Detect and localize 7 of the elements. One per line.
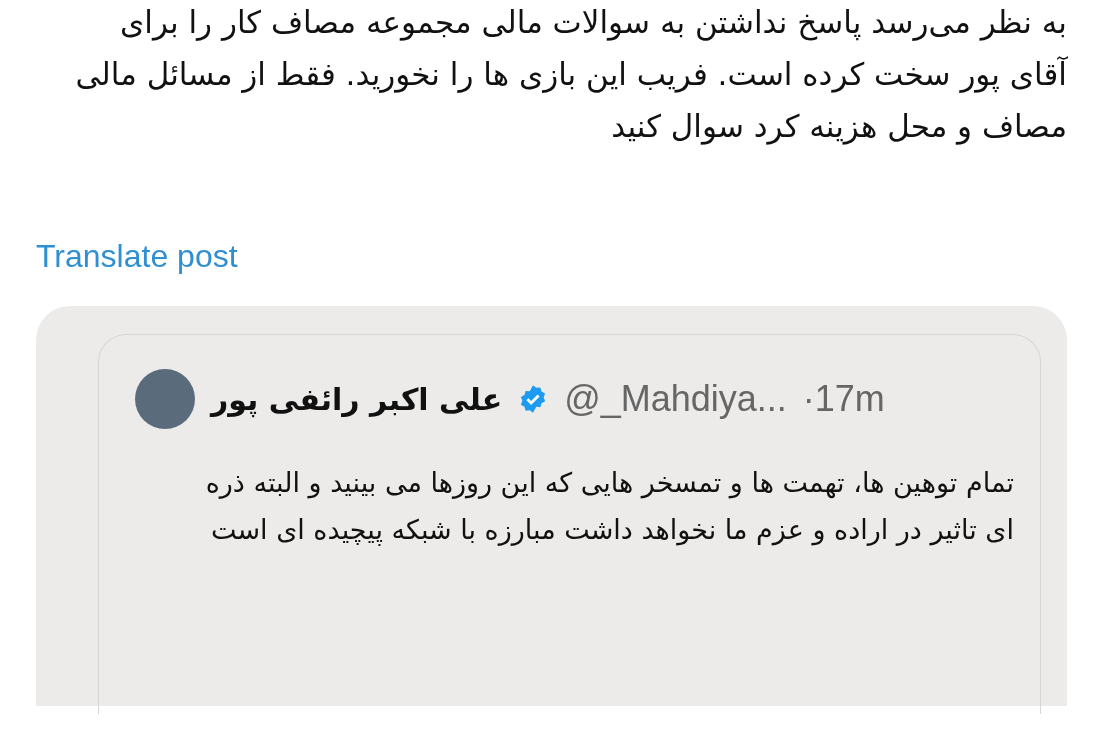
author-name: علی اکبر رائفی پور (211, 380, 503, 420)
translate-link[interactable]: Translate post (36, 232, 238, 280)
quoted-post-text: تمام توهین ها، تهمت ها و تمسخر هایی که این روزها می بینید و البته ذره ای تاثیر در اراده و عزم ما نخواهد داشت مبارزه با شبکه پیچیده ای است (204, 466, 1014, 548)
post-text: به نظر می‌رسد پاسخ نداشتن به سوالات مالی مجموعه مصاف کار را برای آقای پور سخت کرده است. فریب این بازی ها را نخورید. فقط از مسائل مالی مصاف و محل هزینه کرد سوال کنید (74, 3, 1067, 147)
user-handle: @_Mahdiya... (564, 377, 787, 421)
avatar-placeholder (135, 369, 195, 429)
post-time: ·17m (802, 377, 885, 421)
